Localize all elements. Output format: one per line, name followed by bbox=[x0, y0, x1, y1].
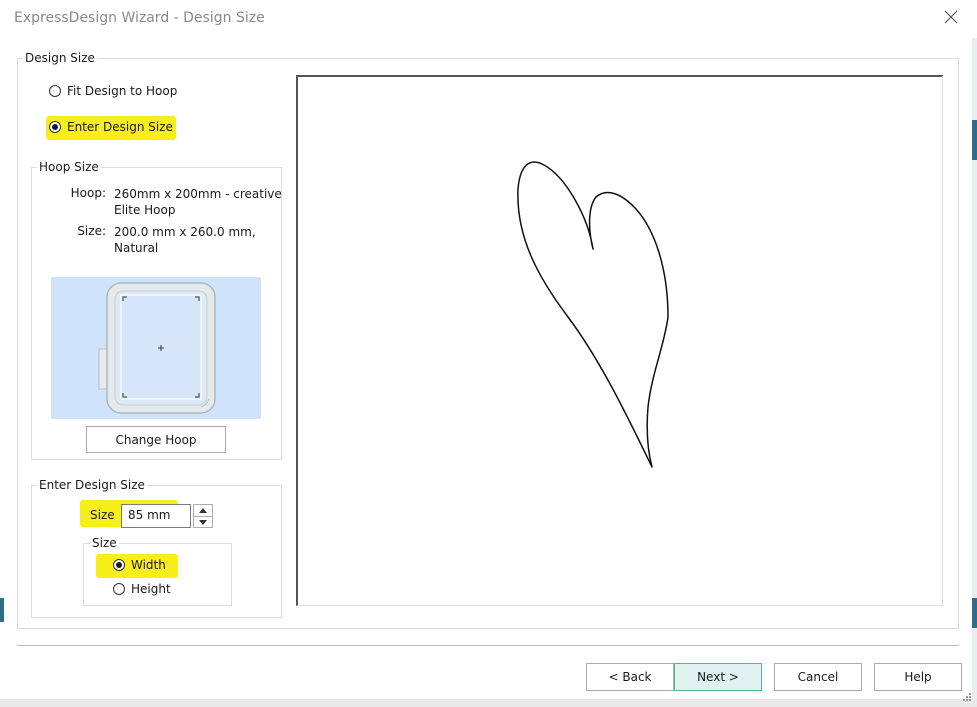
design-preview bbox=[296, 75, 943, 606]
change-hoop-button[interactable]: Change Hoop bbox=[86, 426, 226, 453]
hoop-size-label: Size: bbox=[77, 224, 106, 238]
radio-selected[interactable] bbox=[113, 559, 125, 571]
width-label: Width bbox=[131, 558, 166, 572]
close-icon[interactable] bbox=[943, 9, 959, 25]
spin-up-icon[interactable] bbox=[194, 505, 212, 517]
fit-design-to-hoop-label: Fit Design to Hoop bbox=[67, 84, 178, 98]
cancel-button[interactable]: Cancel bbox=[774, 663, 862, 691]
radio-selected[interactable] bbox=[49, 121, 61, 133]
hoop-value: 260mm x 200mm - creative Elite Hoop bbox=[114, 187, 282, 217]
help-button[interactable]: Help bbox=[874, 663, 962, 691]
size-spinner[interactable] bbox=[193, 504, 213, 528]
width-radio[interactable]: Width bbox=[113, 556, 166, 574]
hoop-image bbox=[51, 277, 261, 419]
hoop-label: Hoop: bbox=[70, 186, 106, 200]
window-title: ExpressDesign Wizard - Design Size bbox=[14, 10, 265, 26]
enter-design-size-radio[interactable]: Enter Design Size bbox=[49, 118, 173, 136]
design-size-legend: Design Size bbox=[23, 51, 97, 65]
size-field-label: Size bbox=[90, 508, 115, 522]
height-radio[interactable]: Height bbox=[113, 580, 171, 598]
enter-design-size-legend: Enter Design Size bbox=[37, 478, 147, 492]
resize-grip-icon[interactable] bbox=[960, 690, 972, 702]
enter-design-size-label: Enter Design Size bbox=[67, 120, 173, 134]
fit-design-to-hoop-radio[interactable]: Fit Design to Hoop bbox=[49, 82, 177, 100]
title-bar: ExpressDesign Wizard - Design Size bbox=[0, 0, 977, 38]
next-button[interactable]: Next > bbox=[674, 663, 762, 691]
height-label: Height bbox=[131, 582, 171, 596]
hoop-size-value: 200.0 mm x 260.0 mm, Natural bbox=[114, 225, 256, 255]
size-input[interactable]: 85 mm bbox=[121, 504, 191, 528]
size-input-value: 85 mm bbox=[128, 508, 171, 522]
background-window-edge-left bbox=[0, 598, 4, 622]
hoop-size-legend: Hoop Size bbox=[37, 160, 101, 174]
radio-unselected[interactable] bbox=[113, 583, 125, 595]
background-window-bottom bbox=[0, 699, 977, 707]
separator bbox=[17, 645, 959, 646]
radio-unselected[interactable] bbox=[49, 85, 61, 97]
background-window-edge bbox=[972, 38, 977, 707]
heart-design-outline bbox=[517, 161, 669, 468]
spin-down-icon[interactable] bbox=[194, 517, 212, 528]
back-button[interactable]: < Back bbox=[586, 663, 674, 691]
size-orientation-legend: Size bbox=[90, 536, 119, 550]
